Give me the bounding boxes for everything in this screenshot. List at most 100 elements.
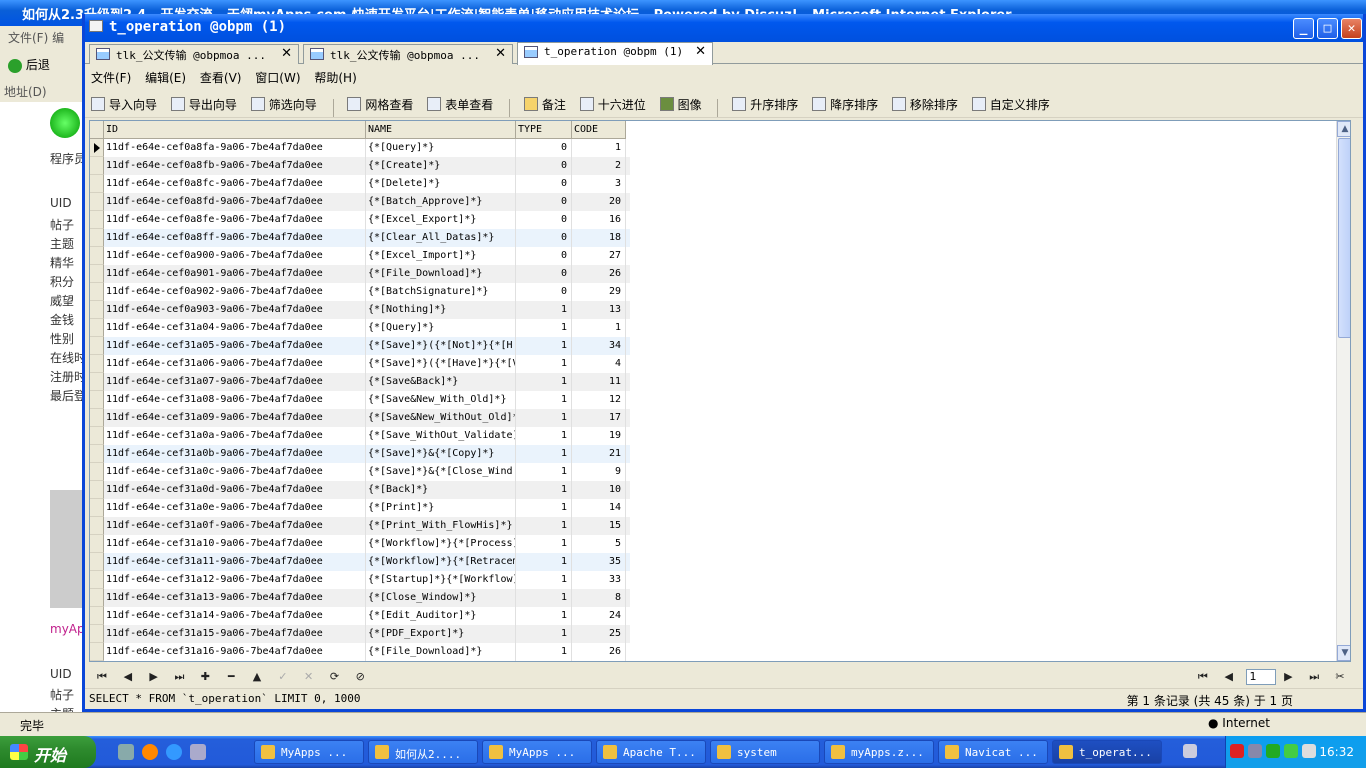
cell-id[interactable]: 11df-e64e-cef31a09-9a06-7be4af7da0ee <box>104 409 366 427</box>
row-indicator[interactable] <box>90 229 104 247</box>
row-indicator[interactable] <box>90 157 104 175</box>
cell-code[interactable]: 18 <box>572 229 626 247</box>
row-indicator[interactable] <box>90 373 104 391</box>
desktop-icon[interactable] <box>118 744 134 760</box>
column-header-name[interactable]: NAME <box>366 121 516 139</box>
taskbar-button[interactable]: MyApps ... <box>482 740 592 764</box>
cell-code[interactable]: 19 <box>572 427 626 445</box>
row-indicator[interactable] <box>90 211 104 229</box>
back-icon[interactable] <box>8 58 22 73</box>
delete-record-icon[interactable]: ━ <box>222 668 240 686</box>
close-icon[interactable]: ✕ <box>495 46 506 61</box>
cell-id[interactable]: 11df-e64e-cef31a0d-9a06-7be4af7da0ee <box>104 481 366 499</box>
cell-type[interactable]: 1 <box>516 445 572 463</box>
cell-type[interactable]: 1 <box>516 499 572 517</box>
cell-code[interactable]: 35 <box>572 553 626 571</box>
row-indicator[interactable] <box>90 553 104 571</box>
cell-type[interactable]: 1 <box>516 301 572 319</box>
table-row[interactable]: 11df-e64e-cef0a8fb-9a06-7be4af7da0ee {*[C… <box>90 157 630 175</box>
cell-type[interactable]: 1 <box>516 427 572 445</box>
cell-code[interactable]: 17 <box>572 409 626 427</box>
cell-name[interactable]: {*[Print]*} <box>366 499 516 517</box>
cell-code[interactable]: 1 <box>572 139 626 157</box>
cell-name[interactable]: {*[BatchSignature]*} <box>366 283 516 301</box>
cell-code[interactable]: 33 <box>572 571 626 589</box>
menu-edit[interactable]: 编辑(E) <box>145 69 186 86</box>
cell-type[interactable]: 1 <box>516 463 572 481</box>
row-indicator[interactable] <box>90 265 104 283</box>
menu-window[interactable]: 窗口(W) <box>255 69 300 86</box>
cell-type[interactable]: 0 <box>516 211 572 229</box>
cell-type[interactable]: 1 <box>516 517 572 535</box>
cell-code[interactable]: 27 <box>572 247 626 265</box>
cell-code[interactable]: 20 <box>572 193 626 211</box>
table-row[interactable]: 11df-e64e-cef0a8fe-9a06-7be4af7da0ee {*[E… <box>90 211 630 229</box>
cell-id[interactable]: 11df-e64e-cef31a10-9a06-7be4af7da0ee <box>104 535 366 553</box>
cell-id[interactable]: 11df-e64e-cef0a8fd-9a06-7be4af7da0ee <box>104 193 366 211</box>
ie-icon[interactable] <box>166 744 182 760</box>
close-button[interactable]: ✕ <box>1341 18 1362 39</box>
cell-type[interactable]: 1 <box>516 481 572 499</box>
back-button[interactable]: 后退 <box>26 58 50 72</box>
table-row[interactable]: 11df-e64e-cef31a04-9a06-7be4af7da0ee {*[Q… <box>90 319 630 337</box>
cell-code[interactable]: 16 <box>572 211 626 229</box>
cell-type[interactable]: 0 <box>516 247 572 265</box>
cell-name[interactable]: {*[Excel_Export]*} <box>366 211 516 229</box>
cell-code[interactable]: 24 <box>572 607 626 625</box>
tab-t-operation[interactable]: t_operation @obpm (1) ✕ <box>517 42 713 65</box>
first-record-icon[interactable]: ⏮ <box>93 668 111 686</box>
cell-id[interactable]: 11df-e64e-cef31a13-9a06-7be4af7da0ee <box>104 589 366 607</box>
cell-name[interactable]: {*[Print_With_FlowHis]*} <box>366 517 516 535</box>
cell-code[interactable]: 13 <box>572 301 626 319</box>
cell-name[interactable]: {*[File_Download]*} <box>366 265 516 283</box>
cell-id[interactable]: 11df-e64e-cef31a0b-9a06-7be4af7da0ee <box>104 445 366 463</box>
custom-sort-button[interactable]: 自定义排序 <box>971 93 1050 115</box>
row-indicator[interactable] <box>90 589 104 607</box>
cancel-icon[interactable]: ✕ <box>300 668 318 686</box>
cell-id[interactable]: 11df-e64e-cef0a8ff-9a06-7be4af7da0ee <box>104 229 366 247</box>
cell-code[interactable]: 15 <box>572 517 626 535</box>
table-row[interactable]: 11df-e64e-cef31a0e-9a06-7be4af7da0ee {*[P… <box>90 499 630 517</box>
taskbar-button[interactable]: Navicat ... <box>938 740 1048 764</box>
cell-code[interactable]: 25 <box>572 625 626 643</box>
table-row[interactable]: 11df-e64e-cef31a06-9a06-7be4af7da0ee {*[S… <box>90 355 630 373</box>
table-row[interactable]: 11df-e64e-cef0a901-9a06-7be4af7da0ee {*[F… <box>90 265 630 283</box>
table-row[interactable]: 11df-e64e-cef31a11-9a06-7be4af7da0ee {*[W… <box>90 553 630 571</box>
cell-type[interactable]: 1 <box>516 553 572 571</box>
row-indicator[interactable] <box>90 301 104 319</box>
cell-id[interactable]: 11df-e64e-cef31a16-9a06-7be4af7da0ee <box>104 643 366 661</box>
table-row[interactable]: 11df-e64e-cef31a10-9a06-7be4af7da0ee {*[W… <box>90 535 630 553</box>
app-icon[interactable] <box>190 744 206 760</box>
cell-code[interactable]: 29 <box>572 283 626 301</box>
cell-type[interactable]: 0 <box>516 193 572 211</box>
remove-sort-button[interactable]: 移除排序 <box>891 93 958 115</box>
first-page-icon[interactable]: ⏮ <box>1194 668 1212 686</box>
apply-icon[interactable]: ✓ <box>274 668 292 686</box>
last-record-icon[interactable]: ⏭ <box>170 668 188 686</box>
cell-name[interactable]: {*[Close_Window]*} <box>366 589 516 607</box>
menu-view[interactable]: 查看(V) <box>200 69 242 86</box>
prev-page-icon[interactable]: ◀ <box>1220 668 1238 686</box>
cell-name[interactable]: {*[Excel_Import]*} <box>366 247 516 265</box>
antivirus-icon[interactable] <box>1284 744 1298 758</box>
table-row[interactable]: 11df-e64e-cef31a14-9a06-7be4af7da0ee {*[E… <box>90 607 630 625</box>
cell-type[interactable]: 1 <box>516 355 572 373</box>
cell-type[interactable]: 0 <box>516 139 572 157</box>
table-row[interactable]: 11df-e64e-cef31a15-9a06-7be4af7da0ee {*[P… <box>90 625 630 643</box>
table-row[interactable]: 11df-e64e-cef0a900-9a06-7be4af7da0ee {*[E… <box>90 247 630 265</box>
firefox-icon[interactable] <box>142 744 158 760</box>
data-grid[interactable]: ID NAME TYPE CODE 11df-e64e-cef0a8fa-9a0… <box>89 120 1351 662</box>
cell-code[interactable]: 4 <box>572 355 626 373</box>
close-icon[interactable]: ✕ <box>281 46 292 61</box>
cell-code[interactable]: 21 <box>572 445 626 463</box>
close-icon[interactable]: ✕ <box>695 44 706 59</box>
add-record-icon[interactable]: ✚ <box>196 668 214 686</box>
export-wizard-button[interactable]: 导出向导 <box>170 93 237 115</box>
cell-name[interactable]: {*[Workflow]*}{*[Process] <box>366 535 516 553</box>
cell-type[interactable]: 1 <box>516 391 572 409</box>
cell-code[interactable]: 8 <box>572 589 626 607</box>
table-row[interactable]: 11df-e64e-cef31a13-9a06-7be4af7da0ee {*[C… <box>90 589 630 607</box>
cell-code[interactable]: 10 <box>572 481 626 499</box>
vertical-scrollbar[interactable]: ▲ ▼ <box>1336 121 1350 661</box>
cell-name[interactable]: {*[File_Download]*} <box>366 643 516 661</box>
